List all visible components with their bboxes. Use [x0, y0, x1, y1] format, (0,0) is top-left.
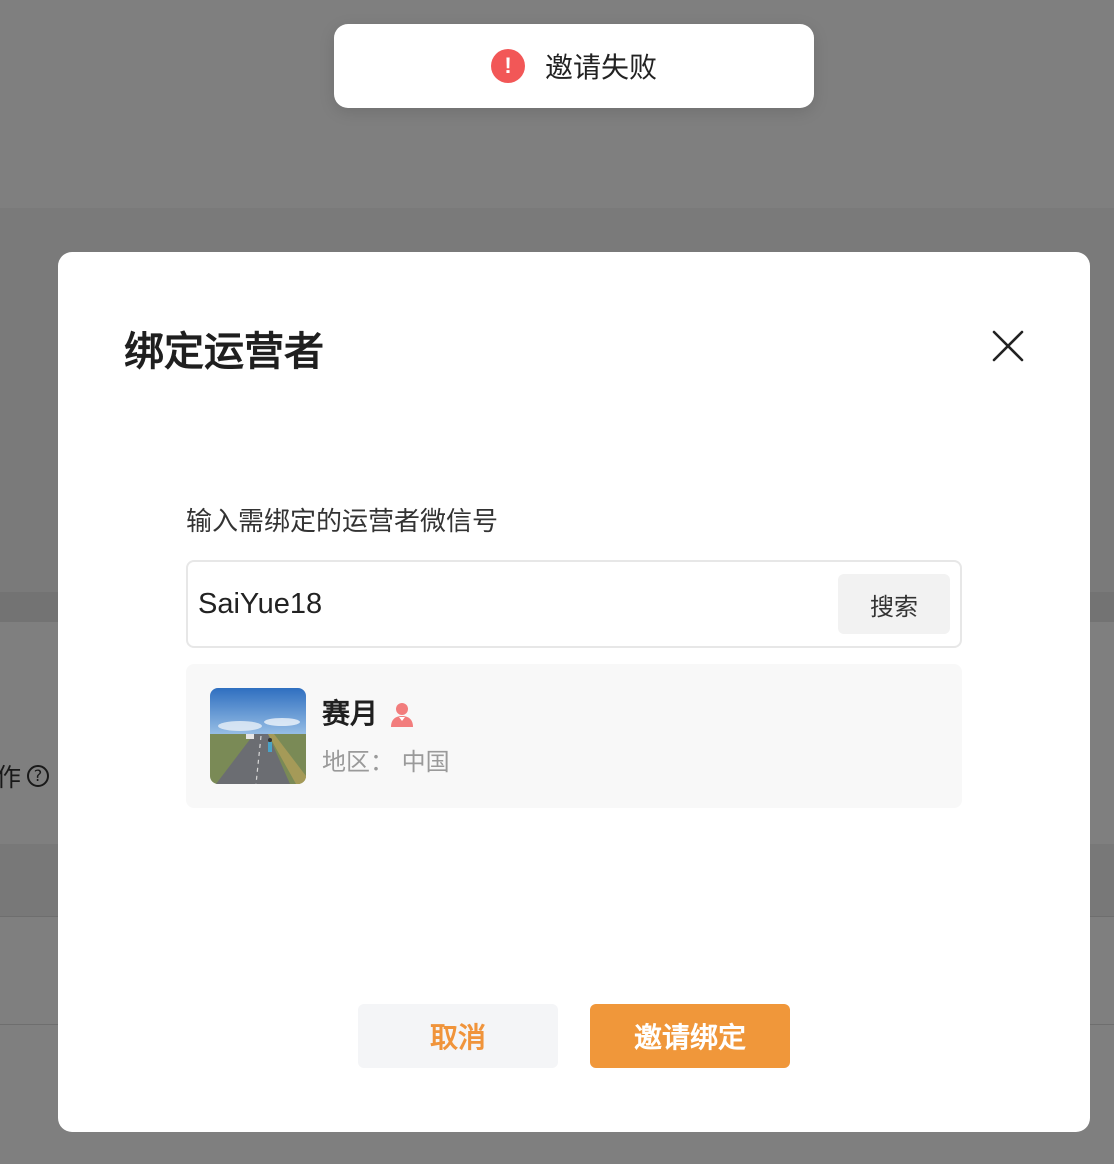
- error-icon: !: [490, 49, 525, 83]
- wechat-id-label: 输入需绑定的运营者微信号: [186, 507, 499, 537]
- toast-message: 邀请失败: [544, 51, 657, 84]
- result-region: 地区： 中国: [322, 748, 450, 776]
- close-icon: [992, 330, 1024, 362]
- dialog-title: 绑定运营者: [124, 329, 324, 375]
- invite-bind-button[interactable]: 邀请绑定: [590, 1004, 790, 1068]
- cancel-button[interactable]: 取消: [358, 1004, 558, 1068]
- close-button[interactable]: [988, 326, 1028, 366]
- female-user-icon: [391, 703, 413, 727]
- bind-operator-dialog: 绑定运营者 输入需绑定的运营者微信号 搜索: [58, 252, 1090, 1132]
- wechat-id-input[interactable]: [198, 576, 818, 632]
- search-button[interactable]: 搜索: [838, 574, 950, 634]
- avatar-photo: [210, 688, 306, 784]
- avatar: [210, 688, 306, 784]
- result-name: 赛月: [322, 697, 379, 730]
- error-toast: ! 邀请失败: [334, 24, 814, 108]
- search-box: 搜索: [186, 560, 962, 648]
- search-result-card[interactable]: 赛月 地区： 中国: [186, 664, 962, 808]
